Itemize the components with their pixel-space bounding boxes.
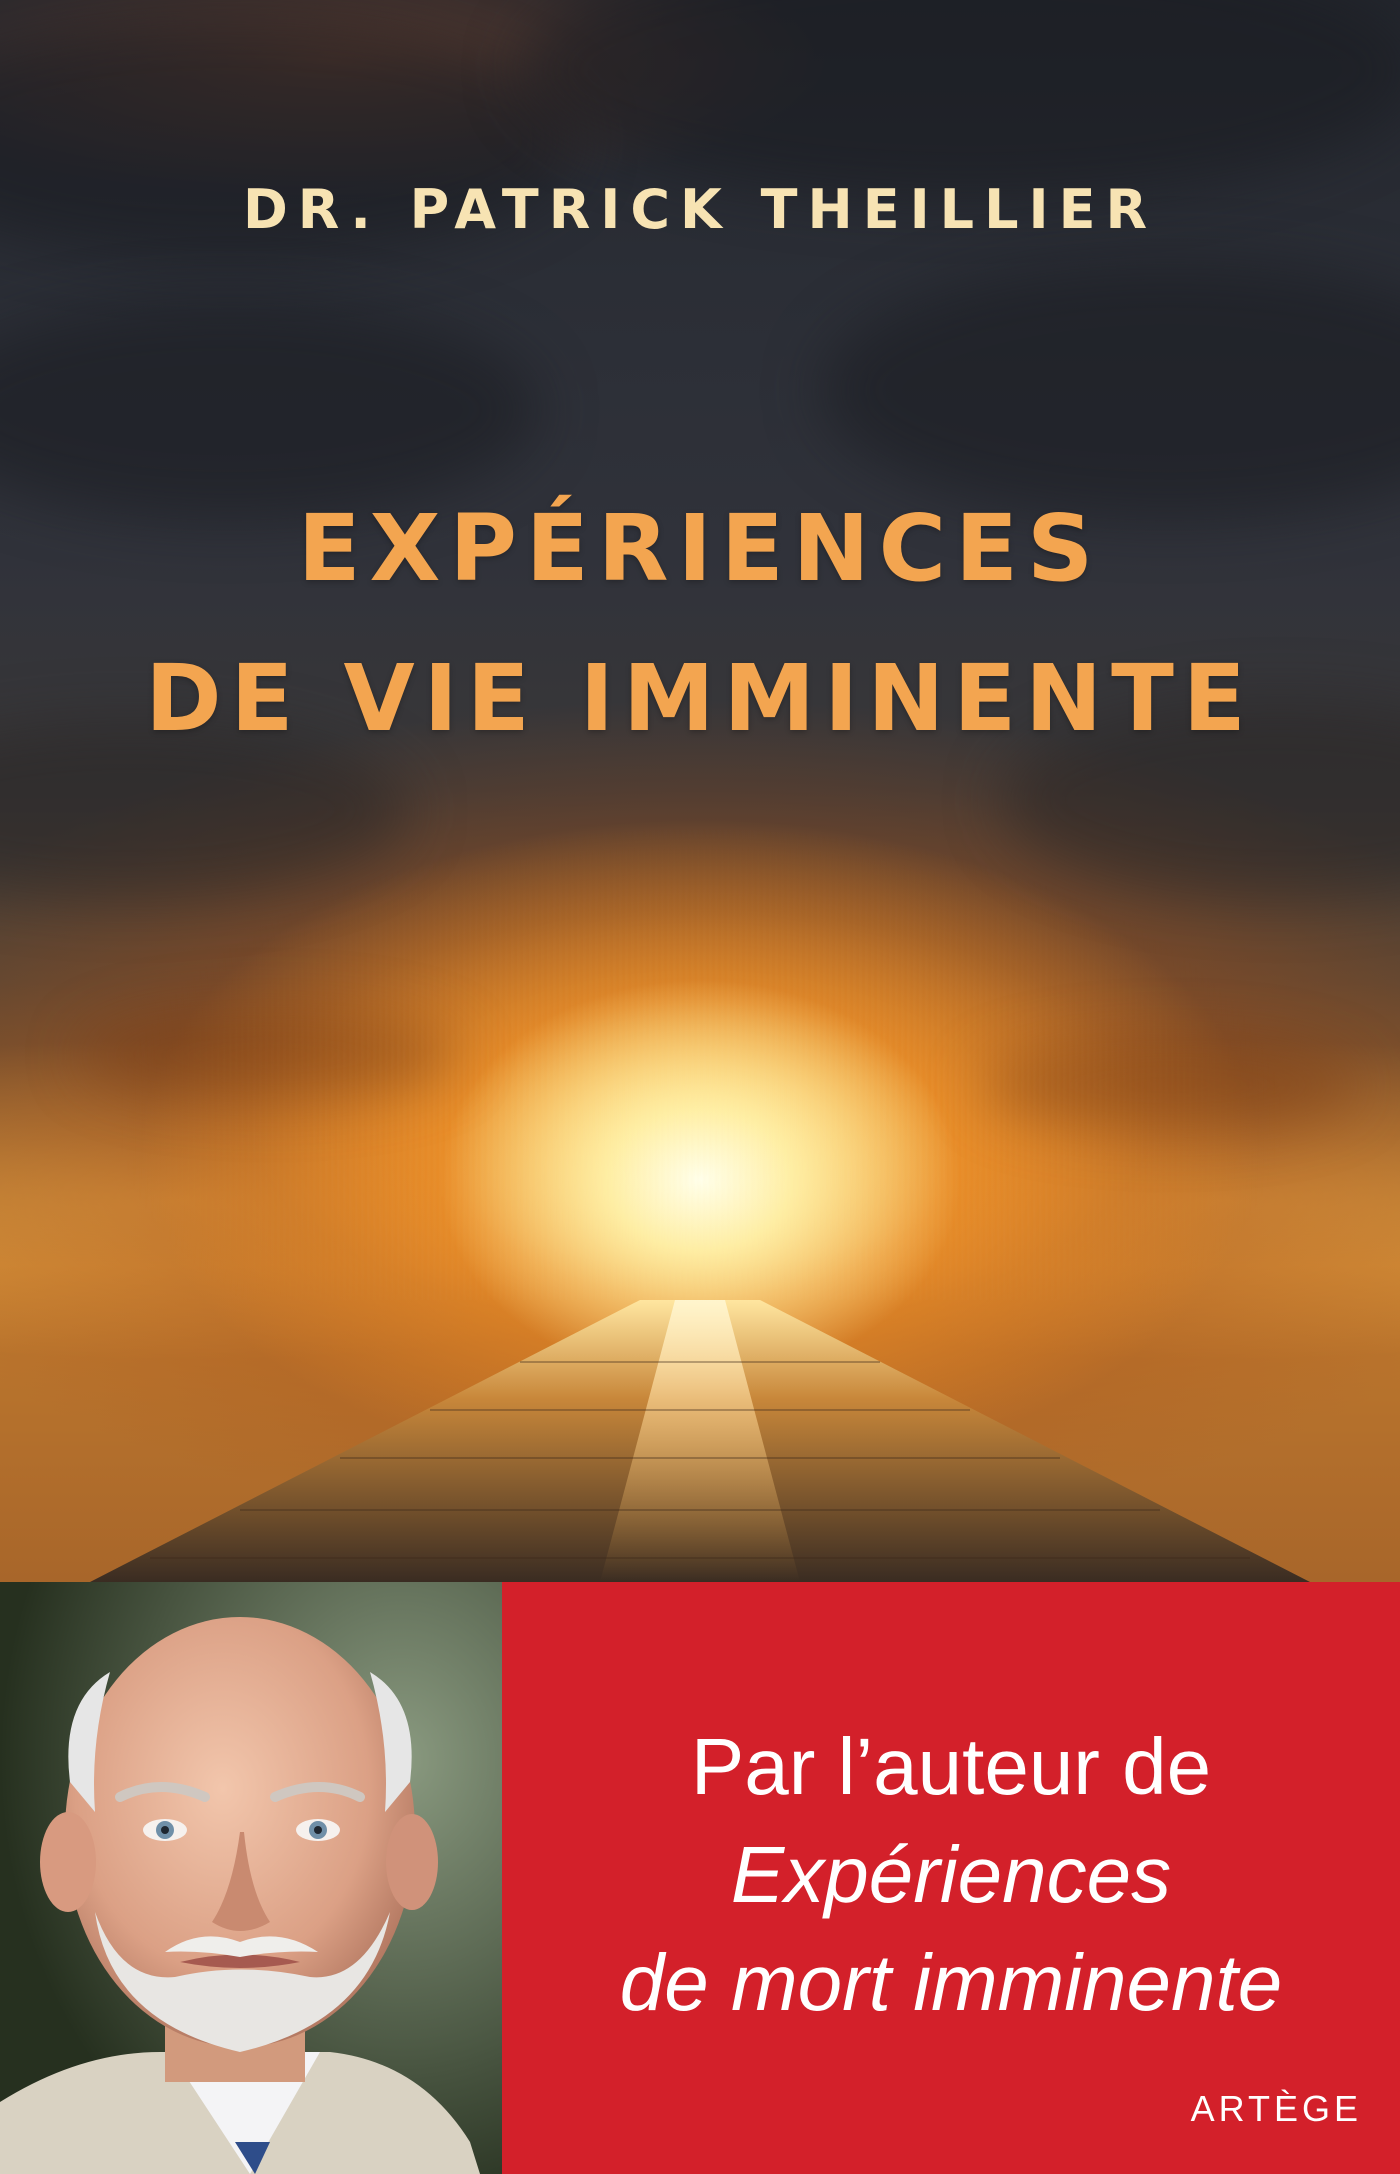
- author-name: DR. PATRICK THEILLIER: [242, 178, 1158, 241]
- promo-banner: Par l’auteur de Expériences de mort immi…: [502, 1582, 1400, 2174]
- tagline-line-2: Expériences: [730, 1830, 1172, 1919]
- publisher-name: ARTÈGE: [1190, 2088, 1362, 2129]
- tagline-line-1: Par l’auteur de: [690, 1722, 1212, 1811]
- book-title-line-1: EXPÉRIENCES: [297, 495, 1103, 602]
- author-photo: [0, 1582, 502, 2174]
- tagline-line-3: de mort imminente: [619, 1938, 1283, 2027]
- book-title-line-2: DE VIE IMMINENTE: [145, 645, 1255, 752]
- book-cover: DR. PATRICK THEILLIER EXPÉRIENCES DE VIE…: [0, 0, 1400, 2174]
